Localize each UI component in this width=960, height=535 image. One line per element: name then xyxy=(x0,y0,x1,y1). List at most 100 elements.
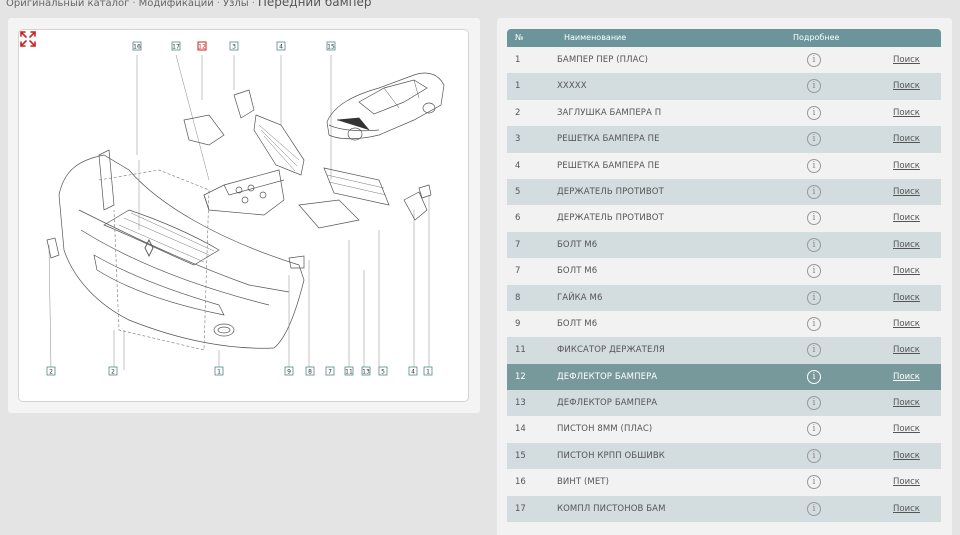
row-part-name: ГАЙКА М6 xyxy=(557,292,603,303)
callout-2[interactable]: 2 xyxy=(46,366,56,376)
info-icon[interactable]: i xyxy=(807,316,821,331)
table-row[interactable]: 7 БОЛТ М6 i Поиск xyxy=(507,258,941,285)
callout-15[interactable]: 15 xyxy=(326,41,336,51)
svg-text:1: 1 xyxy=(217,369,221,376)
search-link[interactable]: Поиск xyxy=(893,266,920,276)
table-row[interactable]: 14 ПИСТОН 8ММ (ПЛАС) i Поиск xyxy=(507,416,941,443)
info-icon[interactable]: i xyxy=(807,290,821,305)
search-link[interactable]: Поиск xyxy=(893,134,920,144)
info-icon[interactable]: i xyxy=(807,211,821,226)
header-details: Подробнее xyxy=(793,33,840,42)
search-link[interactable]: Поиск xyxy=(893,398,920,408)
row-part-name: БОЛТ М6 xyxy=(557,266,598,277)
callout-1[interactable]: 1 xyxy=(423,366,433,376)
row-number: 7 xyxy=(515,239,521,250)
search-link[interactable]: Поиск xyxy=(893,504,920,514)
row-number: 16 xyxy=(515,477,526,488)
search-link[interactable]: Поиск xyxy=(893,477,920,487)
info-icon[interactable]: i xyxy=(807,396,821,411)
search-link[interactable]: Поиск xyxy=(893,161,920,171)
info-icon[interactable]: i xyxy=(807,79,821,94)
row-number: 7 xyxy=(515,266,521,277)
table-row-selected[interactable]: 12 ДЕФЛЕКТОР БАМПЕРА i Поиск xyxy=(507,363,941,391)
callout-12-highlighted[interactable]: 12 xyxy=(197,41,207,51)
table-row[interactable]: 9 БОЛТ М6 i Поиск xyxy=(507,310,941,338)
row-part-name: ПИСТОН 8ММ (ПЛАС) xyxy=(557,424,653,435)
callout-9[interactable]: 9 xyxy=(284,366,294,376)
row-number: 12 xyxy=(515,371,526,382)
info-icon[interactable]: i xyxy=(807,132,821,147)
callout-8[interactable]: 8 xyxy=(305,366,315,376)
table-row[interactable]: 6 ДЕРЖАТЕЛЬ ПРОТИВОТ i Поиск xyxy=(507,205,941,232)
search-link[interactable]: Поиск xyxy=(893,81,920,91)
callout-4[interactable]: 4 xyxy=(408,366,418,376)
info-icon[interactable]: i xyxy=(807,475,821,490)
search-link[interactable]: Поиск xyxy=(893,108,920,118)
table-row[interactable]: 4 РЕШЕТКА БАМПЕРА ПЕ i Поиск xyxy=(507,152,941,179)
row-number: 15 xyxy=(515,450,526,461)
search-link[interactable]: Поиск xyxy=(893,345,920,355)
table-row[interactable]: 7 БОЛТ М6 i Поиск xyxy=(507,231,941,259)
search-link[interactable]: Поиск xyxy=(893,55,920,65)
table-header: № Наименование Подробнее xyxy=(507,29,941,47)
callout-7[interactable]: 7 xyxy=(325,366,335,376)
info-icon[interactable]: i xyxy=(807,184,821,199)
callout-11[interactable]: 11 xyxy=(344,366,354,376)
search-link[interactable]: Поиск xyxy=(893,187,920,197)
header-num: № xyxy=(515,33,524,42)
search-link[interactable]: Поиск xyxy=(893,213,920,223)
breadcrumb-units[interactable]: Узлы xyxy=(223,0,249,9)
table-row[interactable]: 15 ПИСТОН КРПП ОБШИВК i Поиск xyxy=(507,442,941,470)
table-row[interactable]: 17 КОМПЛ ПИСТОНОВ БАМ i Поиск xyxy=(507,495,941,523)
info-icon[interactable]: i xyxy=(807,158,821,173)
row-number: 3 xyxy=(515,134,521,145)
info-icon[interactable]: i xyxy=(807,422,821,437)
row-number: 8 xyxy=(515,292,521,303)
expand-arrows-icon[interactable] xyxy=(19,30,37,48)
info-icon[interactable]: i xyxy=(807,264,821,279)
table-row[interactable]: 1 XXXXX i Поиск xyxy=(507,73,941,100)
table-row[interactable]: 13 ДЕФЛЕКТОР БАМПЕРА i Поиск xyxy=(507,390,941,417)
breadcrumb-separator: · xyxy=(216,0,220,9)
row-number: 13 xyxy=(515,398,526,409)
breadcrumb-catalog[interactable]: Оригинальный каталог xyxy=(6,0,129,9)
svg-text:12: 12 xyxy=(198,44,206,51)
table-row[interactable]: 16 ВИНТ (МЕТ) i Поиск xyxy=(507,469,941,496)
search-link[interactable]: Поиск xyxy=(893,372,920,382)
callout-4[interactable]: 4 xyxy=(276,41,286,51)
info-icon[interactable]: i xyxy=(807,53,821,67)
svg-text:15: 15 xyxy=(327,44,335,51)
table-row[interactable]: 2 ЗАГЛУШКА БАМПЕРА П i Поиск xyxy=(507,99,941,127)
table-row[interactable]: 1 БАМПЕР ПЕР (ПЛАС) i Поиск xyxy=(507,47,941,74)
callout-13[interactable]: 13 xyxy=(361,366,371,376)
info-icon[interactable]: i xyxy=(807,343,821,358)
table-row[interactable]: 5 ДЕРЖАТЕЛЬ ПРОТИВОТ i Поиск xyxy=(507,178,941,206)
row-part-name: ЗАГЛУШКА БАМПЕРА П xyxy=(557,107,662,118)
table-row[interactable]: 8 ГАЙКА М6 i Поиск xyxy=(507,284,941,311)
search-link[interactable]: Поиск xyxy=(893,319,920,329)
callout-17[interactable]: 17 xyxy=(171,41,181,51)
row-number: 5 xyxy=(515,186,521,197)
row-part-name: ВИНТ (МЕТ) xyxy=(557,477,610,488)
callout-3[interactable]: 3 xyxy=(229,41,239,51)
info-icon[interactable]: i xyxy=(807,369,821,384)
breadcrumb-separator: · xyxy=(251,0,255,9)
parts-table: № Наименование Подробнее 1 БАМПЕР ПЕР (ПЛ… xyxy=(507,29,941,523)
callout-5[interactable]: 5 xyxy=(378,366,388,376)
svg-text:17: 17 xyxy=(172,44,180,51)
search-link[interactable]: Поиск xyxy=(893,293,920,303)
callout-2[interactable]: 2 xyxy=(108,366,118,376)
info-icon[interactable]: i xyxy=(807,237,821,252)
search-link[interactable]: Поиск xyxy=(893,424,920,434)
callout-1[interactable]: 1 xyxy=(214,366,224,376)
callout-16[interactable]: 16 xyxy=(132,41,142,51)
search-link[interactable]: Поиск xyxy=(893,451,920,461)
table-row[interactable]: 3 РЕШЕТКА БАМПЕРА ПЕ i Поиск xyxy=(507,126,941,153)
info-icon[interactable]: i xyxy=(807,448,821,463)
info-icon[interactable]: i xyxy=(807,501,821,516)
breadcrumb-modifications[interactable]: Модификации xyxy=(139,0,214,9)
table-row[interactable]: 11 ФИКСАТОР ДЕРЖАТЕЛЯ i Поиск xyxy=(507,337,941,364)
info-icon[interactable]: i xyxy=(807,105,821,120)
search-link[interactable]: Поиск xyxy=(893,240,920,250)
row-number: 1 xyxy=(515,55,521,65)
